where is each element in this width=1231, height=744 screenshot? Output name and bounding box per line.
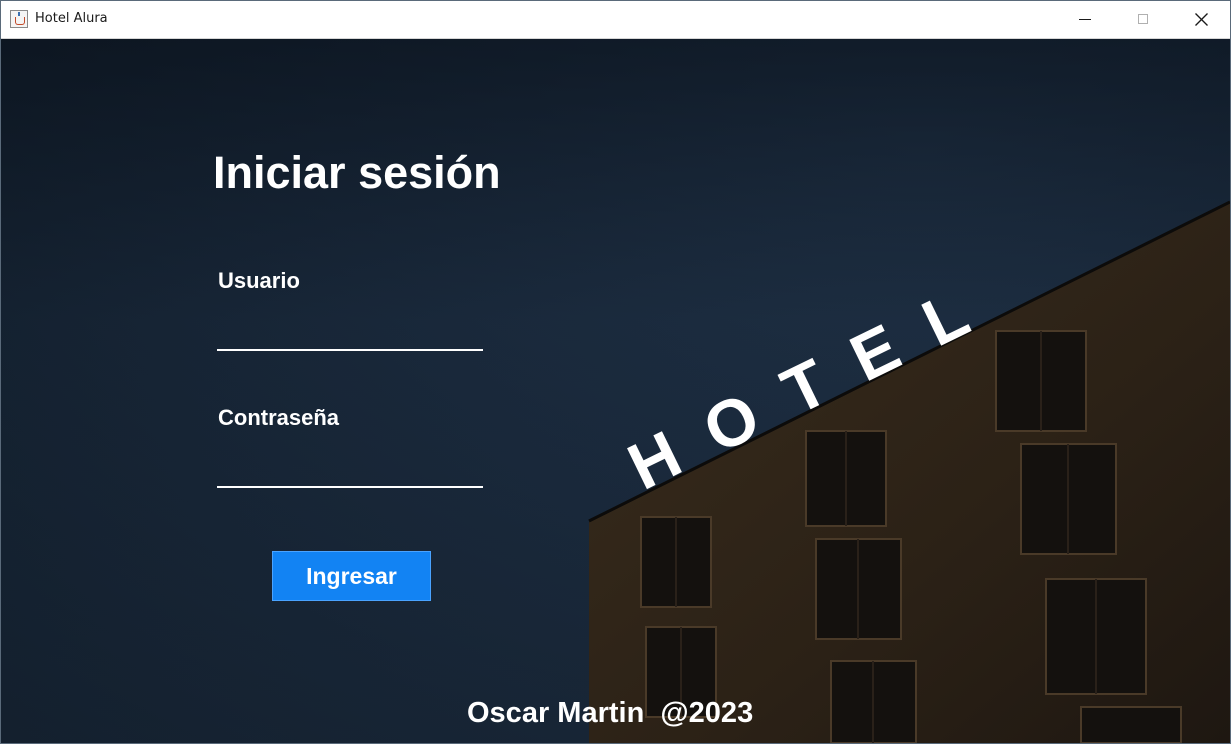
app-window: Hotel Alura HOTEL Iniciar sesión Usuario… bbox=[0, 0, 1231, 744]
close-button[interactable] bbox=[1172, 1, 1230, 38]
maximize-button[interactable] bbox=[1114, 1, 1172, 38]
maximize-icon bbox=[1138, 14, 1148, 24]
password-input[interactable] bbox=[217, 452, 483, 488]
minimize-icon bbox=[1079, 19, 1091, 20]
window-title: Hotel Alura bbox=[35, 11, 108, 26]
login-button[interactable]: Ingresar bbox=[272, 551, 431, 601]
page-title: Iniciar sesión bbox=[213, 147, 501, 198]
username-label: Usuario bbox=[218, 268, 300, 293]
title-bar[interactable]: Hotel Alura bbox=[1, 1, 1230, 39]
close-icon bbox=[1195, 13, 1208, 26]
login-panel: HOTEL Iniciar sesión Usuario Contraseña … bbox=[1, 39, 1230, 743]
java-cup-icon bbox=[10, 10, 28, 28]
minimize-button[interactable] bbox=[1056, 1, 1114, 38]
password-label: Contraseña bbox=[218, 405, 340, 430]
username-input[interactable] bbox=[217, 315, 483, 351]
hotel-background-image: HOTEL bbox=[588, 200, 1230, 743]
footer-credit: Oscar Martin @2023 bbox=[467, 697, 754, 729]
